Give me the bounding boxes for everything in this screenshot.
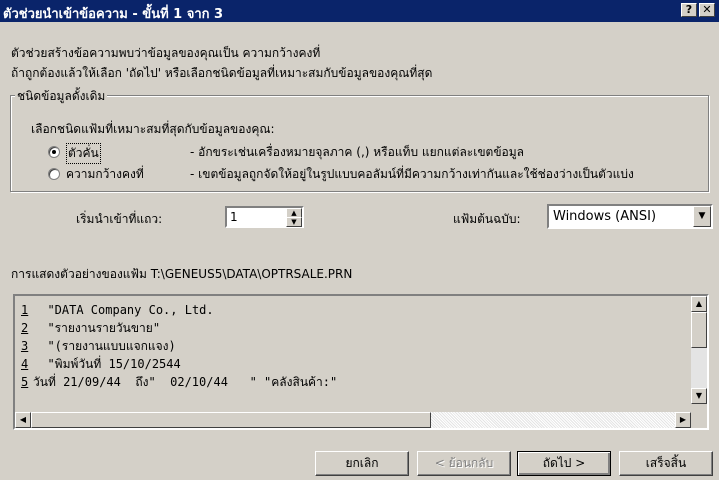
back-button[interactable]: < ย้อนกลับ xyxy=(417,451,511,476)
cancel-button[interactable]: ยกเลิก xyxy=(315,451,409,476)
intro-line-1: ตัวช่วยสร้างข้อความพบว่าข้อมูลของคุณเป็น… xyxy=(11,46,321,60)
fixed-width-radio[interactable] xyxy=(48,168,60,180)
chevron-down-icon[interactable]: ▼ xyxy=(693,206,711,227)
preview-line: 2 "รายงานรายวันขาย" xyxy=(21,321,161,335)
start-row-value: 1 xyxy=(230,210,238,224)
fixed-width-label[interactable]: ความกว้างคงที่ xyxy=(66,165,144,184)
finish-button[interactable]: เสร็จสิ้น xyxy=(619,451,713,476)
delimited-radio[interactable] xyxy=(48,146,60,158)
fixed-width-description: - เขตข้อมูลถูกจัดให้อยู่ในรูปแบบคอลัมน์ท… xyxy=(190,167,634,181)
delimited-description: - อักขระเช่นเครื่องหมายจุลภาค (,) หรือแท… xyxy=(190,145,525,159)
title-bar: ตัวช่วยนำเข้าข้อความ - ขั้นที่ 1 จาก 3 ?… xyxy=(0,0,719,22)
scroll-left-icon[interactable]: ◀ xyxy=(15,412,31,428)
file-type-prompt: เลือกชนิดแฟ้มที่เหมาะสมที่สุดกับข้อมูลขอ… xyxy=(31,122,275,136)
preview-label: การแสดงตัวอย่างของแฟ้ม T:\GENEUS5\DATA\O… xyxy=(11,267,353,281)
window-title: ตัวช่วยนำเข้าข้อความ - ขั้นที่ 1 จาก 3 xyxy=(3,7,224,22)
scroll-up-icon[interactable]: ▲ xyxy=(691,296,707,312)
start-row-label: เริ่มนำเข้าที่แถว: xyxy=(76,212,163,226)
group-legend: ชนิดข้อมูลดั้งเดิม xyxy=(15,87,108,106)
help-button[interactable]: ? xyxy=(681,3,697,17)
file-preview[interactable]: 1 "DATA Company Co., Ltd. 2 "รายงานรายวั… xyxy=(13,294,709,430)
vertical-scrollbar[interactable]: ▲ ▼ xyxy=(691,296,707,404)
horizontal-scroll-thumb[interactable] xyxy=(31,412,431,428)
scroll-down-icon[interactable]: ▼ xyxy=(691,388,707,404)
delimited-label[interactable]: ตัวคั่น xyxy=(66,143,101,164)
file-origin-value: Windows (ANSI) xyxy=(553,209,657,224)
spin-down-icon[interactable]: ▼ xyxy=(286,217,302,227)
file-origin-select[interactable]: Windows (ANSI) ▼ xyxy=(547,204,713,229)
intro-line-2: ถ้าถูกต้องแล้วให้เลือก 'ถัดไป' หรือเลือก… xyxy=(11,66,433,80)
preview-line: 1 "DATA Company Co., Ltd. xyxy=(21,303,214,317)
vertical-scroll-thumb[interactable] xyxy=(691,312,707,348)
horizontal-scrollbar[interactable]: ◀ ▶ xyxy=(15,412,691,428)
close-button[interactable]: ✕ xyxy=(699,3,715,17)
preview-line: 3 "(รายงานแบบแจกแจง) xyxy=(21,339,176,353)
preview-line: 4 "พิมพ์วันที่ 15/10/2544 xyxy=(21,357,181,371)
next-button[interactable]: ถัดไป > xyxy=(517,451,611,476)
preview-line: 5 วันที่ 21/09/44 ถึง" 02/10/44 " "คลังสิ… xyxy=(21,375,338,389)
start-row-input[interactable]: 1 ▲ ▼ xyxy=(225,206,304,228)
scroll-right-icon[interactable]: ▶ xyxy=(675,412,691,428)
file-origin-label: แฟ้มต้นฉบับ: xyxy=(453,212,521,226)
